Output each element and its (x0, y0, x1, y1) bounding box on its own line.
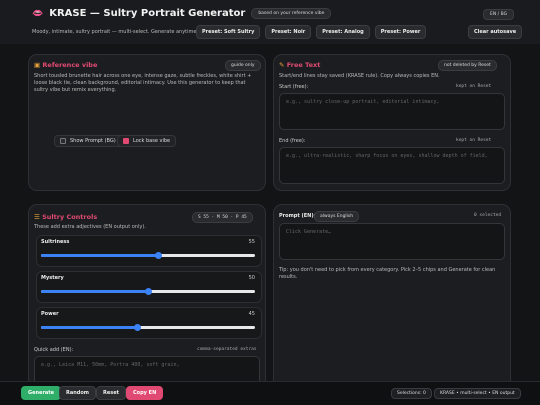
prompt-label: Prompt (EN): (279, 213, 316, 219)
start-hint: kept on Reset (456, 84, 492, 89)
selected-count: 0 selected (474, 213, 502, 218)
lips-icon: 👄 (32, 8, 44, 19)
app-header: 👄 KRASE — Sultry Portrait Generator base… (0, 0, 540, 44)
sultriness-slider-row: Sultriness 55 (36, 235, 262, 267)
reference-chip: based on your reference vibe (251, 8, 332, 19)
slider-name: Power (41, 311, 59, 317)
generate-button[interactable]: Generate (21, 386, 62, 400)
slider-readout: S 55 · M 50 · P 45 (192, 212, 253, 223)
slider-fill (41, 326, 138, 329)
preset-analog-button[interactable]: Preset: Analog (316, 25, 370, 39)
controls-description: These add extra adjectives (EN output on… (34, 224, 146, 230)
sliders-icon: ☰ (34, 213, 40, 221)
slider-name: Sultriness (41, 239, 70, 245)
free-text-title: ✎ Free Text (279, 61, 321, 69)
app-title: KRASE — Sultry Portrait Generator (49, 8, 246, 19)
slider-fill (41, 290, 148, 293)
end-label: End (free): (279, 138, 306, 144)
preset-noir-button[interactable]: Preset: Noir (265, 25, 312, 39)
slider-value: 45 (248, 311, 255, 317)
random-button[interactable]: Random (59, 386, 97, 400)
start-textarea[interactable]: e.g., sultry close-up portrait, editoria… (279, 93, 505, 130)
preset-bar: Preset: Soft Sultry Preset: Noir Preset:… (196, 25, 427, 39)
reference-panel: ▣ Reference vibe guide only Short tousle… (28, 54, 266, 191)
mystery-slider-row: Mystery 50 (36, 271, 262, 303)
app-subtitle: Moody, intimate, sultry portrait — multi… (32, 29, 199, 35)
quick-add-hint: comma-separated extras (197, 347, 257, 352)
lock-base-vibe-label: Lock base vibe (133, 138, 171, 144)
preset-soft-sultry-button[interactable]: Preset: Soft Sultry (196, 25, 261, 39)
language-toggle-button[interactable]: EN / BG (483, 9, 515, 20)
free-text-panel: ✎ Free Text not deleted by Reset Start/e… (273, 54, 511, 191)
slider-value: 50 (248, 275, 255, 281)
preset-power-button[interactable]: Preset: Power (374, 25, 427, 39)
slider-name: Mystery (41, 275, 64, 281)
start-label: Start (free): (279, 84, 309, 90)
slider-fill (41, 254, 159, 257)
power-slider-row: Power 45 (36, 307, 262, 339)
prompt-output[interactable]: Click Generate… (279, 223, 505, 260)
checkbox-box[interactable] (60, 138, 66, 144)
reference-title: ▣ Reference vibe (34, 61, 98, 69)
checkbox-box-checked[interactable] (123, 138, 129, 144)
controls-title: ☰ Sultry Controls (34, 213, 98, 221)
pencil-icon: ✎ (279, 61, 285, 69)
end-hint: kept on Reset (456, 138, 492, 143)
power-slider[interactable] (41, 324, 255, 331)
lock-base-vibe-checkbox[interactable]: Lock base vibe (117, 135, 177, 147)
mode-status: KRASE • multi-select • EN output (434, 388, 521, 399)
slider-value: 55 (248, 239, 255, 245)
slider-handle[interactable] (144, 288, 152, 295)
sultriness-slider[interactable] (41, 252, 255, 259)
clear-autosave-button[interactable]: Clear autosave (468, 25, 523, 39)
always-english-chip: always English (314, 211, 360, 222)
guide-only-badge: guide only (225, 60, 261, 71)
free-text-description: Start/end lines stay saved (KRASE rule).… (279, 73, 440, 79)
prompt-panel: Prompt (EN): always English 0 selected C… (273, 204, 511, 389)
copy-en-button[interactable]: Copy EN (126, 386, 164, 400)
image-icon: ▣ (34, 61, 41, 69)
slider-handle[interactable] (155, 252, 163, 259)
selections-status: Selections: 0 (391, 388, 432, 399)
not-deleted-badge: not deleted by Reset (438, 60, 497, 71)
slider-handle[interactable] (133, 324, 141, 331)
end-textarea[interactable]: e.g., ultra-realistic, sharp focus on ey… (279, 147, 505, 184)
prompt-tip: Tip: you don't need to pick from every c… (279, 267, 496, 280)
reset-button[interactable]: Reset (96, 386, 126, 400)
quick-add-label: Quick add (EN): (34, 347, 74, 353)
mystery-slider[interactable] (41, 288, 255, 295)
title-row: 👄 KRASE — Sultry Portrait Generator base… (32, 8, 332, 19)
reference-description: Short tousled brunette hair across one e… (34, 73, 252, 93)
